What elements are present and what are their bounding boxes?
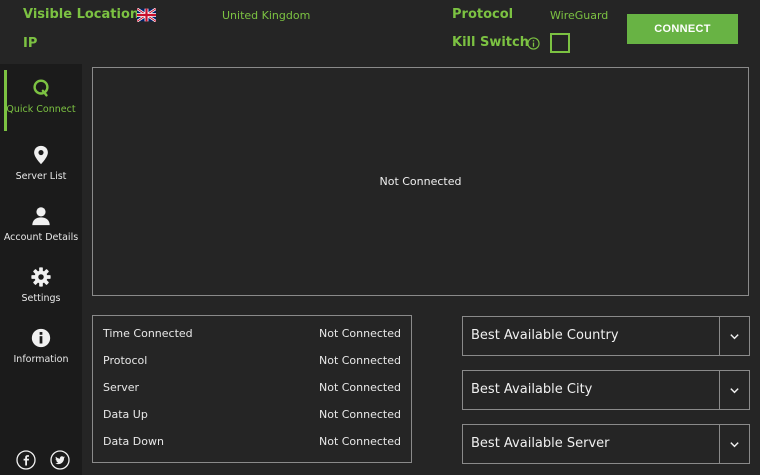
stat-label: Data Up	[103, 408, 148, 421]
chevron-down-icon	[730, 333, 739, 339]
visible-location-label: Visible Location	[23, 7, 140, 22]
city-select-value: Best Available City	[471, 382, 593, 397]
chevron-down-icon	[730, 387, 739, 393]
facebook-icon[interactable]	[16, 450, 36, 470]
sidebar-item-label: Information	[13, 354, 69, 365]
quick-connect-icon	[33, 79, 49, 97]
stat-value: Not Connected	[318, 327, 401, 340]
stat-row-data-up: Data Up Not Connected	[103, 408, 401, 424]
city-select-toggle[interactable]	[719, 371, 749, 409]
stat-row-protocol: Protocol Not Connected	[103, 354, 401, 370]
twitter-icon[interactable]	[50, 450, 70, 470]
sidebar-item-settings[interactable]: Settings	[0, 256, 82, 317]
stat-label: Protocol	[103, 354, 148, 367]
chevron-down-icon	[730, 441, 739, 447]
protocol-value: WireGuard	[550, 9, 609, 22]
sidebar-item-label: Settings	[21, 293, 61, 304]
user-icon	[32, 207, 50, 226]
sidebar-item-label: Account Details	[3, 232, 79, 243]
sidebar-item-label: Quick Connect	[6, 104, 76, 115]
stat-value: Not Connected	[318, 408, 401, 421]
info-icon	[31, 328, 51, 348]
city-select[interactable]: Best Available City	[462, 370, 750, 410]
server-select-value: Best Available Server	[471, 436, 610, 451]
sidebar-item-server-list[interactable]: Server List	[0, 134, 82, 195]
uk-flag-icon	[137, 8, 156, 22]
visible-location-value: United Kingdom	[222, 9, 311, 22]
connection-stats-panel: Time Connected Not Connected Protocol No…	[92, 315, 412, 463]
country-select-toggle[interactable]	[719, 317, 749, 355]
protocol-label: Protocol	[452, 7, 514, 22]
location-pin-icon	[34, 145, 48, 165]
stat-value: Not Connected	[318, 354, 401, 367]
kill-switch-checkbox[interactable]	[550, 33, 570, 53]
country-select[interactable]: Best Available Country	[462, 316, 750, 356]
stat-label: Time Connected	[103, 327, 193, 340]
sidebar: Quick Connect Server List Account Detail…	[0, 64, 82, 475]
stat-value: Not Connected	[318, 435, 401, 448]
gear-icon	[31, 267, 51, 287]
stat-label: Data Down	[103, 435, 164, 448]
country-select-value: Best Available Country	[471, 328, 619, 343]
stat-label: Server	[103, 381, 140, 394]
connect-button[interactable]: CONNECT	[627, 14, 738, 44]
map-panel: Not Connected	[92, 67, 749, 296]
stat-row-server: Server Not Connected	[103, 381, 401, 397]
sidebar-item-label: Server List	[15, 171, 67, 182]
server-select[interactable]: Best Available Server	[462, 424, 750, 464]
sidebar-item-account-details[interactable]: Account Details	[0, 195, 82, 256]
sidebar-item-quick-connect[interactable]: Quick Connect	[0, 67, 82, 131]
stat-value: Not Connected	[318, 381, 401, 394]
kill-switch-info-icon[interactable]	[527, 37, 540, 50]
server-select-toggle[interactable]	[719, 425, 749, 463]
ip-label: IP	[23, 36, 38, 51]
top-bar: Visible Location United Kingdom IP Proto…	[0, 0, 760, 64]
stat-row-data-down: Data Down Not Connected	[103, 435, 401, 451]
kill-switch-label: Kill Switch	[452, 35, 529, 50]
stat-row-time-connected: Time Connected Not Connected	[103, 327, 401, 343]
connection-status-text: Not Connected	[379, 175, 462, 188]
sidebar-item-information[interactable]: Information	[0, 317, 82, 378]
